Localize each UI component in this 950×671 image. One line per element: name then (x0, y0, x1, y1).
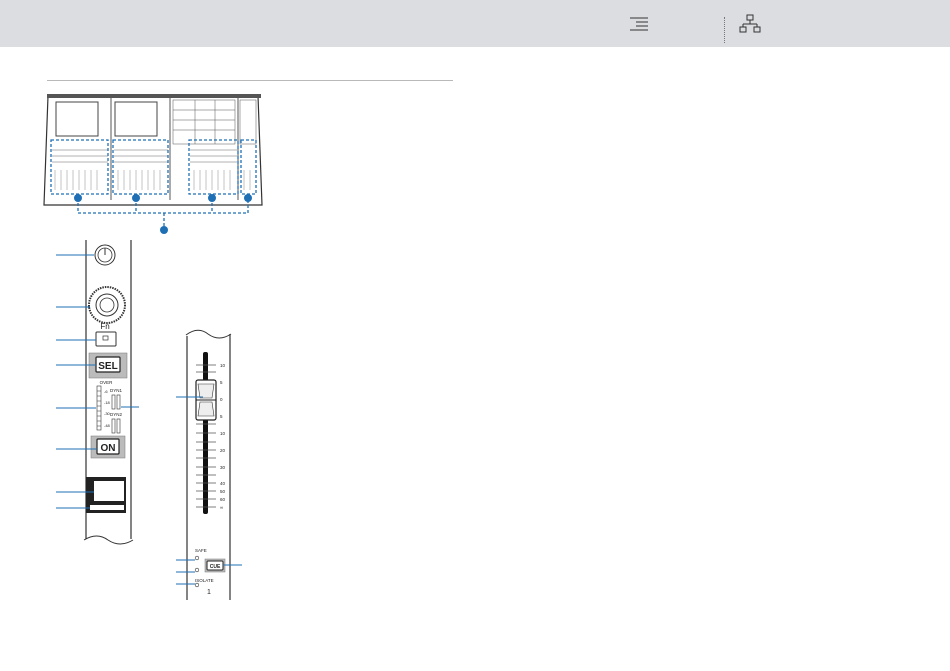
fader-scale-label: 0 (220, 397, 223, 402)
fader-scale-label: ∞ (220, 505, 223, 510)
fader-scale-label: 60 (220, 497, 226, 502)
isolate-indicator (194, 582, 200, 588)
channel-number: 1 (207, 589, 211, 596)
fader-scale-label: 40 (220, 481, 226, 486)
callout-dot (208, 194, 216, 202)
isolate-label: ISOLATE (195, 578, 214, 583)
rotary-encoder-knob[interactable] (94, 244, 116, 266)
meter-scale-label: -6 (104, 389, 108, 394)
fader-strip: 10 5 0 5 10 20 30 40 50 60 ∞ SAFE ISOLAT… (176, 329, 242, 600)
on-key-label: ON (101, 443, 116, 454)
fader-scale-label: 50 (220, 489, 226, 494)
safe-label: SAFE (195, 548, 207, 553)
callout-dot (74, 194, 82, 202)
safe-indicator (194, 555, 200, 561)
fader-knob[interactable] (195, 379, 217, 421)
dyn1-gr-meter (111, 394, 121, 410)
callout-dot (160, 226, 168, 234)
cue-key-label: CUE (210, 564, 221, 570)
meter-scale-label: -18 (104, 400, 111, 405)
cue-indicator (194, 567, 200, 573)
dyn2-label: DYN2 (110, 412, 123, 417)
screen-encoder-knob[interactable] (88, 286, 126, 324)
fader-scale-label: 5 (220, 380, 223, 385)
fn-key-label: Fn (100, 322, 109, 331)
fader-scale-label: 10 (220, 431, 226, 436)
dyn2-gr-meter (111, 418, 121, 434)
fader-scale-label: 30 (220, 465, 226, 470)
fader-scale-label: 10 (220, 363, 226, 368)
callout-dot (132, 194, 140, 202)
touch-screen-right (114, 101, 158, 137)
fn-key[interactable] (95, 331, 117, 347)
touch-screen-left (55, 101, 99, 137)
callout-dot (244, 194, 252, 202)
level-meter (96, 385, 102, 431)
dyn1-label: DYN1 (110, 388, 123, 393)
channel-strip-top: Fn SEL OVER -6 -18 -30 -48 DYN1 DYN2 ON (56, 240, 139, 545)
console-illustration: Fn SEL OVER -6 -18 -30 -48 DYN1 DYN2 ON … (43, 94, 263, 600)
console-overview (43, 94, 263, 234)
sel-key-label: SEL (98, 361, 117, 372)
meter-title: OVER (100, 380, 114, 385)
meter-scale-label: -48 (104, 423, 111, 428)
fader-scale-label: 5 (220, 414, 223, 419)
fader-scale-label: 20 (220, 448, 226, 453)
